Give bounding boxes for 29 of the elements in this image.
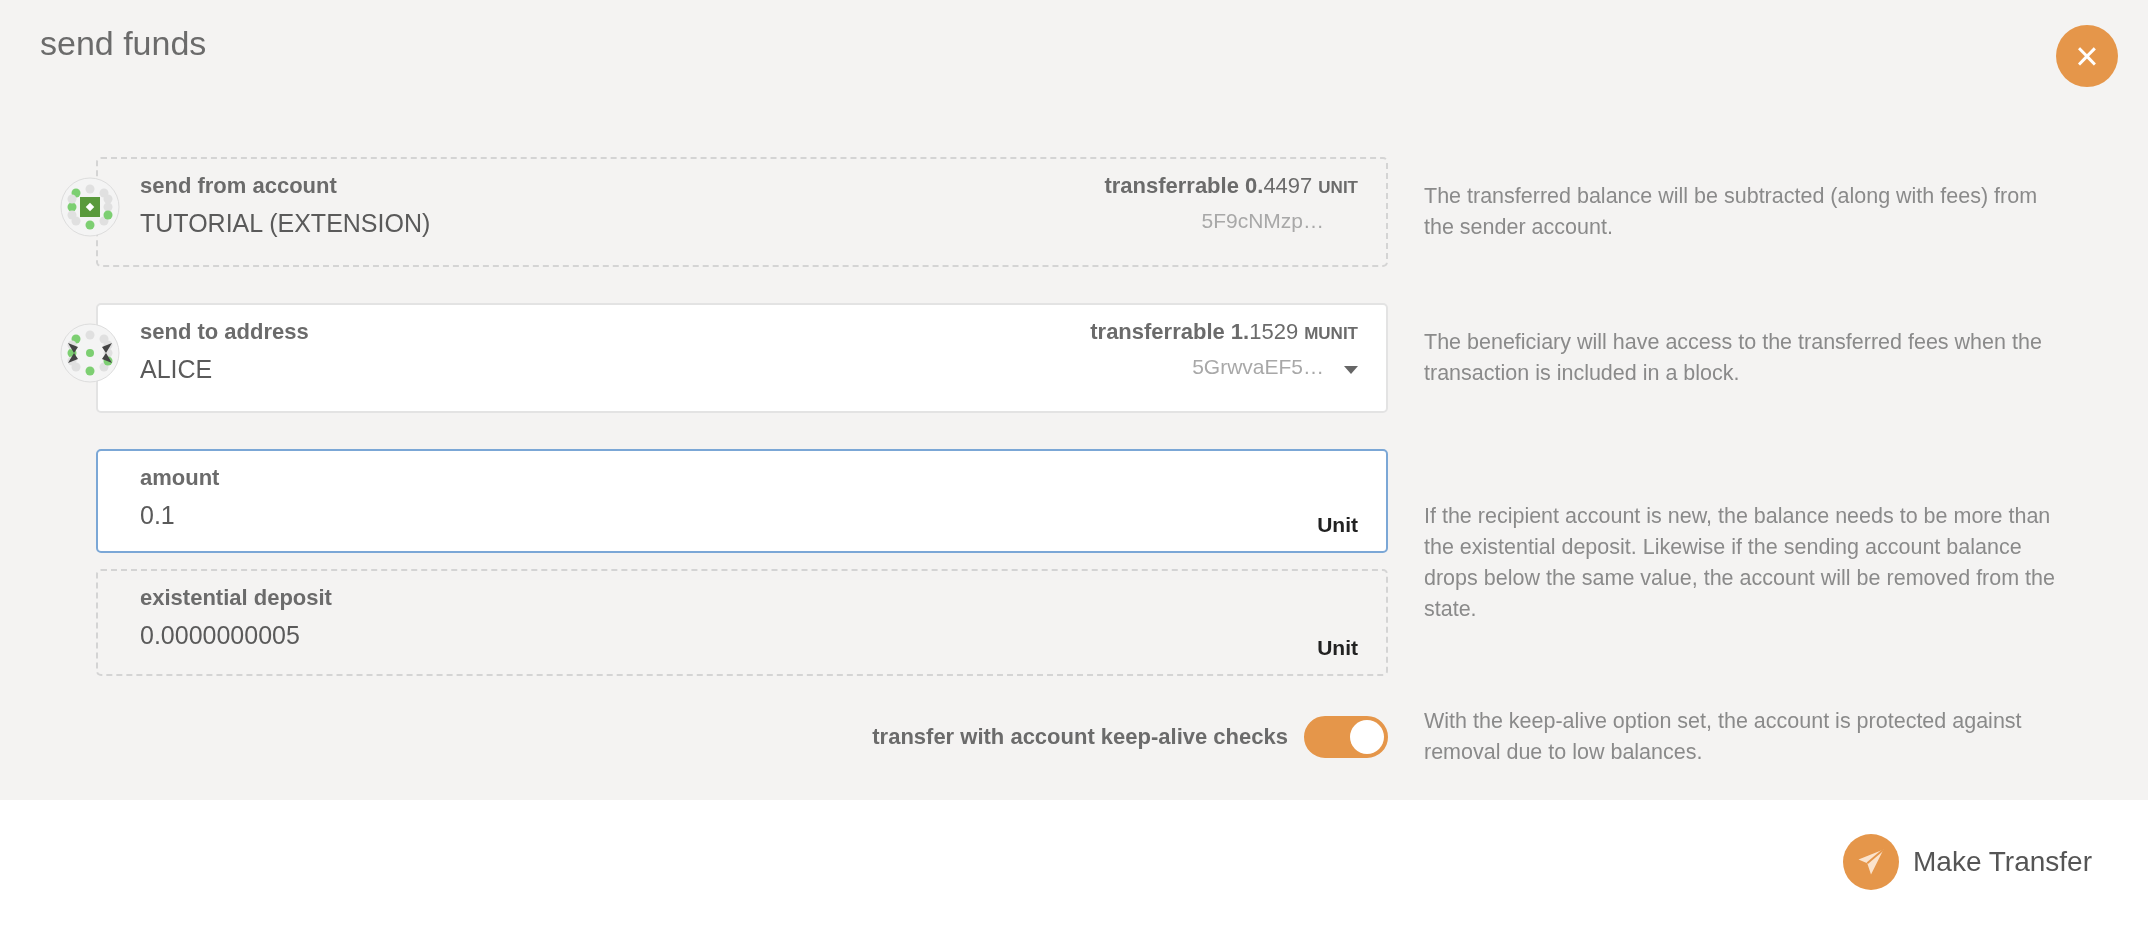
help-text: With the keep-alive option set, the account is protected against removal due to low balances.: [1424, 708, 2023, 766]
unit-label: Unit: [1317, 513, 1358, 537]
help-text: The transferred balance will be subtracted (along with fees) from the sender account.: [1424, 183, 2039, 241]
field-value: 0.0000000005: [140, 621, 301, 650]
make-transfer-button[interactable]: Make Transfer: [1843, 834, 2092, 890]
field-value: 0.1: [140, 501, 176, 530]
balance-text: transferrable 1.1529: [1090, 319, 1299, 345]
modal-title: send funds: [40, 24, 207, 63]
account-address: 5F9cNMzp…: [1201, 209, 1324, 233]
field-label: send to address: [140, 319, 309, 345]
paper-plane-icon: [1856, 847, 1887, 877]
toggle-label: transfer with account keep-alive checks: [872, 724, 1288, 750]
unit-label: MUNIT: [1304, 324, 1358, 344]
account-name: ALICE: [140, 355, 214, 384]
unit-label: Unit: [1317, 636, 1358, 660]
field-label: amount: [140, 465, 220, 491]
help-text: If the recipient account is new, the balance needs to be more than the existential deposit. Likewise if the sending account balance drops below the same value, the account will be removed from the state.: [1424, 502, 2056, 623]
field-label: send from account: [140, 173, 338, 199]
identicon-icon: [60, 177, 120, 237]
account-address: 5GrwvaEF5…: [1192, 355, 1324, 379]
account-dropdown[interactable]: send to address ALICE transferrable 1.1529 MUNIT 5GrwvaEF5…: [96, 303, 1388, 413]
keep-alive-toggle[interactable]: [1304, 716, 1388, 758]
caret-icon: [1344, 366, 1358, 374]
unit-label: UNIT: [1318, 178, 1358, 198]
field-label: existential deposit: [140, 585, 332, 611]
amount-input[interactable]: amount 0.1 Unit: [96, 449, 1388, 553]
account-name: TUTORIAL (EXTENSION): [140, 209, 431, 238]
help-text: The beneficiary will have access to the transferred fees when the transaction is included in a block.: [1424, 329, 2043, 387]
balance-text: transferrable 0.4497: [1104, 173, 1313, 199]
